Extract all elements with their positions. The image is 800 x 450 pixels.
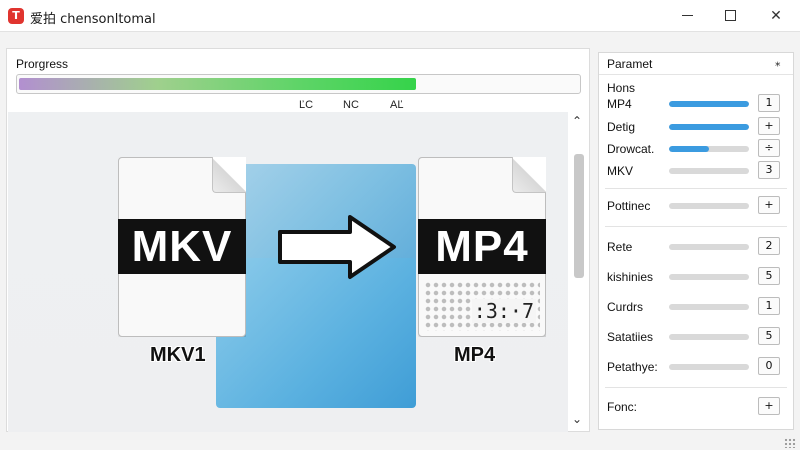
param-add-button[interactable]: +	[758, 117, 780, 135]
conversion-pane: Prorgress ĽC NC AĽ MKV MP4 :3:·7 MKV1 MP…	[6, 48, 590, 432]
param-label: MKV	[607, 164, 634, 178]
close-button[interactable]: ✕	[755, 0, 797, 32]
minimize-icon	[682, 15, 693, 16]
divider	[605, 226, 787, 227]
param-row: Satatiies 5	[599, 327, 793, 347]
target-format-label: MP4	[418, 219, 546, 274]
progress-label: Prorgress	[16, 57, 69, 71]
param-value-box[interactable]: 1	[758, 94, 780, 112]
background-banner-lower	[216, 258, 416, 408]
resize-grip-icon[interactable]	[784, 438, 796, 448]
minimize-button[interactable]	[666, 0, 708, 32]
scroll-thumb[interactable]	[574, 154, 584, 278]
param-slider[interactable]	[669, 364, 749, 370]
param-slider[interactable]	[669, 101, 749, 107]
progress-marker: NC	[343, 99, 359, 111]
param-label: Curdrs	[607, 300, 644, 314]
progress-marker: ĽC	[299, 99, 314, 111]
target-counter: :3:·7	[471, 299, 536, 323]
param-add-button[interactable]: +	[758, 397, 780, 415]
param-label: Rete	[607, 240, 633, 254]
vertical-scrollbar[interactable]: ⌃ ⌄	[569, 112, 589, 432]
param-label: kishinies	[607, 270, 654, 284]
progress-bar	[16, 74, 581, 94]
param-slider[interactable]	[669, 334, 749, 340]
param-row: Detig +	[599, 117, 793, 137]
progress-fill	[19, 78, 416, 90]
param-slider[interactable]	[669, 203, 749, 209]
param-slider[interactable]	[669, 124, 749, 130]
scroll-down-icon[interactable]: ⌄	[572, 412, 582, 426]
param-label: Detig	[607, 120, 636, 134]
param-divide-button[interactable]: ÷	[758, 139, 780, 157]
pin-icon[interactable]: ⁎	[775, 56, 781, 69]
param-row: MKV 3	[599, 161, 793, 181]
target-file-icon: MP4 :3:·7	[418, 157, 546, 337]
file-fold	[512, 157, 546, 193]
param-value-box[interactable]: 1	[758, 297, 780, 315]
param-value-box[interactable]: 2	[758, 237, 780, 255]
source-caption: MKV1	[150, 344, 206, 366]
param-label: Drowcat.	[607, 142, 655, 156]
param-row: kishinies 5	[599, 267, 793, 287]
param-row: Rete 2	[599, 237, 793, 257]
source-format-label: MKV	[118, 219, 246, 274]
param-row: Fonc: +	[599, 397, 793, 417]
parameters-panel: Paramet ⁎ Hons MP4 1 Detig + Drowcat. ÷ …	[598, 52, 794, 430]
convert-arrow-icon	[278, 215, 396, 279]
target-caption: MP4	[454, 344, 496, 366]
parameters-header: Paramet ⁎	[599, 53, 793, 75]
param-slider[interactable]	[669, 274, 749, 280]
param-value-box[interactable]: 5	[758, 327, 780, 345]
app-logo-icon: T	[8, 8, 24, 24]
param-row: Petathye: 0	[599, 357, 793, 377]
app-window: T 爱拍 chensonltomal ✕ Prorgress ĽC NC AĽ …	[0, 0, 800, 450]
source-file-icon: MKV	[118, 157, 246, 337]
param-label: Satatiies	[607, 330, 654, 344]
param-slider[interactable]	[669, 146, 749, 152]
param-value-box[interactable]: 3	[758, 161, 780, 179]
param-label: Fonc:	[607, 400, 638, 414]
param-slider-fill	[669, 146, 709, 152]
param-add-button[interactable]: +	[758, 196, 780, 214]
param-value-box[interactable]: 5	[758, 267, 780, 285]
param-row: MP4 1	[599, 94, 793, 114]
param-slider[interactable]	[669, 168, 749, 174]
param-slider-fill	[669, 101, 749, 107]
progress-marker: AĽ	[390, 99, 404, 111]
preview-stage: MKV MP4 :3:·7 MKV1 MP4	[8, 112, 568, 432]
maximize-icon	[725, 10, 736, 21]
param-row: Drowcat. ÷	[599, 139, 793, 159]
divider	[605, 188, 787, 189]
file-fold	[212, 157, 246, 193]
parameters-group-label: Hons	[607, 81, 636, 95]
param-slider[interactable]	[669, 304, 749, 310]
title-bar: T 爱拍 chensonltomal ✕	[0, 0, 800, 32]
param-label: Pottinec	[607, 199, 651, 213]
param-row: Curdrs 1	[599, 297, 793, 317]
param-row: Pottinec +	[599, 196, 793, 216]
parameters-title: Paramet	[607, 57, 653, 71]
param-value-box[interactable]: 0	[758, 357, 780, 375]
maximize-button[interactable]	[710, 0, 752, 32]
window-title: 爱拍 chensonltomal	[30, 12, 156, 27]
param-slider-fill	[669, 124, 749, 130]
param-label: Petathye:	[607, 360, 658, 374]
divider	[605, 387, 787, 388]
scroll-up-icon[interactable]: ⌃	[572, 114, 582, 128]
param-label: MP4	[607, 97, 632, 111]
param-slider[interactable]	[669, 244, 749, 250]
